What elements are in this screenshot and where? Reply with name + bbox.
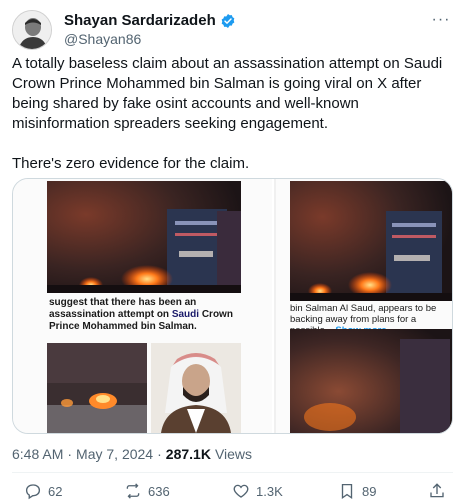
tweet-paragraph-2: There's zero evidence for the claim. <box>12 155 250 172</box>
verified-badge-icon <box>221 13 235 28</box>
tweet-text: A totally baseless claim about an assass… <box>12 54 457 174</box>
views-label: Views <box>214 446 253 462</box>
tweet-header: Shayan Sardarizadeh @Shayan86 ··· <box>12 10 453 50</box>
tweet-time[interactable]: 6:48 AM <box>12 446 63 462</box>
repost-count: 636 <box>148 483 170 499</box>
heart-icon <box>233 484 249 498</box>
bookmark-icon <box>341 483 353 500</box>
bookmark-button[interactable]: 89 <box>338 482 376 500</box>
like-count: 1.3K <box>256 483 283 499</box>
fire-photo-bottom-left <box>47 343 147 433</box>
share-button[interactable] <box>428 482 446 500</box>
views-count: 287.1K <box>165 446 211 462</box>
divider <box>12 472 453 473</box>
fire-photo-bottom-right <box>290 329 452 433</box>
tweet-meta: 6:48 AM · May 7, 2024 · 287.1K Views <box>12 446 252 462</box>
fire-photo-top-right <box>290 181 452 301</box>
like-button[interactable]: 1.3K <box>232 482 283 500</box>
repost-icon <box>126 483 140 499</box>
reply-icon <box>25 484 41 500</box>
media-gallery[interactable]: suggest that there has been an assassina… <box>12 178 453 434</box>
bookmark-count: 89 <box>362 483 377 499</box>
author-handle[interactable]: @Shayan86 <box>64 31 141 47</box>
more-dots-icon: ··· <box>431 11 451 28</box>
share-icon <box>430 483 444 498</box>
author-display-name[interactable]: Shayan Sardarizadeh <box>64 12 216 29</box>
tweet-date[interactable]: May 7, 2024 <box>76 446 153 462</box>
avatar-photo-icon <box>13 11 51 49</box>
reply-button[interactable]: 62 <box>24 482 62 500</box>
left-caption-bold: Saudi <box>171 309 200 320</box>
left-image-caption: suggest that there has been an assassina… <box>49 297 259 333</box>
fire-photo-top-left <box>47 181 241 293</box>
avatar[interactable] <box>12 10 52 50</box>
action-bar: 62 636 1.3K 89 <box>12 482 453 502</box>
reply-count: 62 <box>48 483 63 499</box>
meta-separator-1: · <box>67 446 73 462</box>
author-name-row: Shayan Sardarizadeh <box>64 12 236 29</box>
tweet-paragraph-1: A totally baseless claim about an assass… <box>12 55 443 132</box>
media-image-right[interactable]: bin Salman Al Saud, appears to be backin… <box>276 179 452 433</box>
meta-separator-2: · <box>157 446 162 462</box>
portrait-photo <box>151 343 241 433</box>
media-image-left[interactable]: suggest that there has been an assassina… <box>13 179 274 433</box>
repost-button[interactable]: 636 <box>124 482 170 500</box>
more-options-button[interactable]: ··· <box>429 10 453 30</box>
